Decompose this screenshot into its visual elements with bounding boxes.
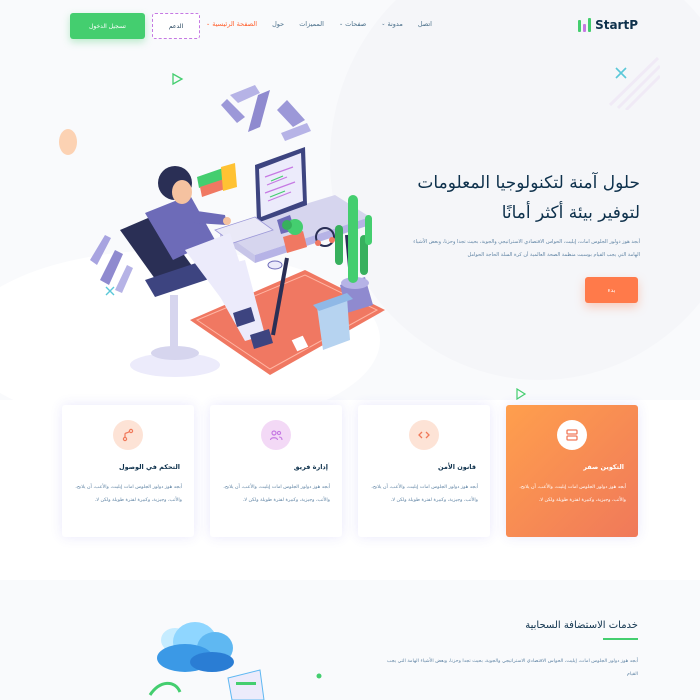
- feature-card-text: أبجد هوز دولور الجلوس امات إيليت، والأعب…: [223, 485, 330, 503]
- feature-card-security-code[interactable]: قانون الأمن أبجد هوز دولور الجلوس امات إ…: [358, 405, 490, 537]
- logo-text: StartP: [595, 18, 638, 32]
- nav-item-contact[interactable]: اتصل: [418, 20, 432, 28]
- hero-title: حلول آمنة لتكنولوجيا المعلومات لتوفير بي…: [417, 173, 640, 223]
- nav-item-label: مدونة: [387, 20, 403, 28]
- hosting-section-title: خدمات الاستضافة السحابية: [525, 620, 638, 631]
- login-button[interactable]: تسجيل الدخول: [70, 13, 145, 39]
- page: StartP الصفحة الرئيسية ⌄ حول المميزات صف…: [0, 0, 700, 700]
- nav-item-label: صفحات: [345, 20, 367, 28]
- nav-item-label: المميزات: [299, 20, 324, 28]
- nav-item-pages[interactable]: صفحات ⌄: [339, 20, 366, 28]
- users-icon: [261, 420, 291, 450]
- green-triangle-small-shape: [516, 388, 527, 400]
- feature-card-title: إدارة فريق: [293, 463, 328, 471]
- nav-item-label: اتصل: [417, 20, 432, 28]
- hosting-section-description: أبجد هوز دولور الجلوس امات، إيليت، الحوا…: [386, 659, 638, 677]
- title-underline: [603, 638, 638, 640]
- developer-desk-illustration: [90, 85, 385, 377]
- hosting-section-background: [0, 580, 700, 700]
- chevron-down-icon: ⌄: [381, 21, 386, 27]
- cloud-hosting-illustration: [148, 622, 265, 700]
- feature-cards: التكوين صفر أبجد هوز دولور الجلوس امات إ…: [62, 405, 638, 537]
- diagonal-lines-shape: [608, 56, 660, 110]
- chevron-down-icon: ⌄: [338, 21, 344, 27]
- nav-item-blog[interactable]: مدونة ⌄: [381, 20, 403, 28]
- logo[interactable]: StartP: [578, 18, 638, 32]
- git-branch-icon: [113, 420, 143, 450]
- get-started-button[interactable]: بدء: [585, 277, 638, 303]
- nav-item-features[interactable]: المميزات: [299, 20, 324, 28]
- feature-card-text: أبجد هوز دولور الجلوس امات إيليت، والأعب…: [519, 485, 626, 503]
- chevron-down-icon: ⌄: [206, 21, 211, 27]
- green-dot-shape: [316, 673, 322, 679]
- code-icon: [409, 420, 439, 450]
- feature-card-zero-config[interactable]: التكوين صفر أبجد هوز دولور الجلوس امات إ…: [506, 405, 638, 537]
- feature-card-title: التكوين صفر: [583, 463, 624, 471]
- nav-item-label: الصفحة الرئيسية: [212, 20, 258, 28]
- feature-card-text: أبجد هوز دولور الجلوس امات إيليت، والأعب…: [75, 485, 182, 503]
- feature-card-access-control[interactable]: التحكم في الوصول أبجد هوز دولور الجلوس ا…: [62, 405, 194, 537]
- feature-card-title: التحكم في الوصول: [119, 463, 180, 471]
- nav-item-label: حول: [272, 20, 285, 28]
- nav-item-home[interactable]: الصفحة الرئيسية ⌄: [206, 20, 257, 28]
- feature-card-title: قانون الأمن: [438, 463, 476, 471]
- nav-item-about[interactable]: حول: [272, 20, 284, 28]
- main-nav: الصفحة الرئيسية ⌄ حول المميزات صفحات ⌄ م…: [206, 20, 432, 28]
- support-button[interactable]: الدعم: [152, 13, 200, 39]
- logo-bars-icon: [578, 18, 592, 32]
- feature-card-text: أبجد هوز دولور الجلوس امات إيليت، والأعب…: [371, 485, 478, 503]
- server-icon: [557, 420, 587, 450]
- hero-description: أبجد هوز دولور الجلوس امات، إيليت، الحوا…: [413, 239, 640, 258]
- header: StartP الصفحة الرئيسية ⌄ حول المميزات صف…: [0, 0, 700, 52]
- feature-card-team-management[interactable]: إدارة فريق أبجد هوز دولور الجلوس امات إي…: [210, 405, 342, 537]
